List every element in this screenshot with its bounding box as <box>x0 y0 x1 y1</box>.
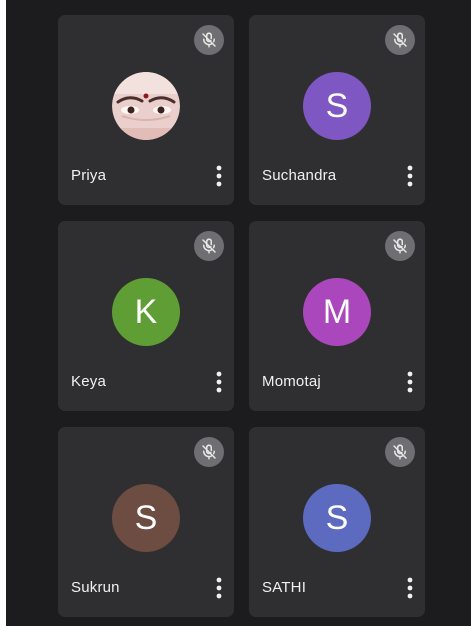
more-vert-icon-svg <box>216 165 222 187</box>
participant-name: Sukrun <box>71 579 120 596</box>
more-vert-icon-svg <box>407 577 413 599</box>
mic-off-icon <box>385 25 415 55</box>
mic-off-icon <box>385 231 415 261</box>
mic-off-icon-svg <box>393 444 407 460</box>
participant-tile-momotaj[interactable]: M Momotaj <box>249 221 425 411</box>
participant-name: Priya <box>71 167 107 184</box>
mic-off-icon-svg <box>202 444 216 460</box>
participants-grid: Priya S Suchandra K Keya M Momotaj S Suk… <box>6 0 471 626</box>
mic-off-icon <box>385 437 415 467</box>
more-vert-icon[interactable] <box>212 164 226 188</box>
avatar-initial: S <box>303 72 371 140</box>
avatar-initial: M <box>303 278 371 346</box>
mic-off-icon-svg <box>393 32 407 48</box>
mic-off-icon-svg <box>202 238 216 254</box>
participant-tile-keya[interactable]: K Keya <box>58 221 234 411</box>
mic-off-icon <box>194 437 224 467</box>
avatar-photo <box>112 72 180 140</box>
participant-name: Momotaj <box>262 373 321 390</box>
avatar-initial: S <box>303 484 371 552</box>
participant-tile-sukrun[interactable]: S Sukrun <box>58 427 234 617</box>
mic-off-icon <box>194 231 224 261</box>
more-vert-icon-svg <box>216 371 222 393</box>
mic-off-icon <box>194 25 224 55</box>
participant-name: Suchandra <box>262 167 337 184</box>
more-vert-icon[interactable] <box>212 576 226 600</box>
avatar-portrait-image <box>112 72 180 140</box>
more-vert-icon-svg <box>407 165 413 187</box>
more-vert-icon-svg <box>407 371 413 393</box>
more-vert-icon[interactable] <box>212 370 226 394</box>
avatar-initial: K <box>112 278 180 346</box>
participant-tile-sathi[interactable]: S SATHI <box>249 427 425 617</box>
participant-name: SATHI <box>262 579 307 596</box>
more-vert-icon-svg <box>216 577 222 599</box>
mic-off-icon-svg <box>202 32 216 48</box>
avatar-initial: S <box>112 484 180 552</box>
mic-off-icon-svg <box>393 238 407 254</box>
participant-tile-priya[interactable]: Priya <box>58 15 234 205</box>
more-vert-icon[interactable] <box>403 164 417 188</box>
more-vert-icon[interactable] <box>403 576 417 600</box>
participant-tile-suchandra[interactable]: S Suchandra <box>249 15 425 205</box>
more-vert-icon[interactable] <box>403 370 417 394</box>
participant-name: Keya <box>71 373 106 390</box>
